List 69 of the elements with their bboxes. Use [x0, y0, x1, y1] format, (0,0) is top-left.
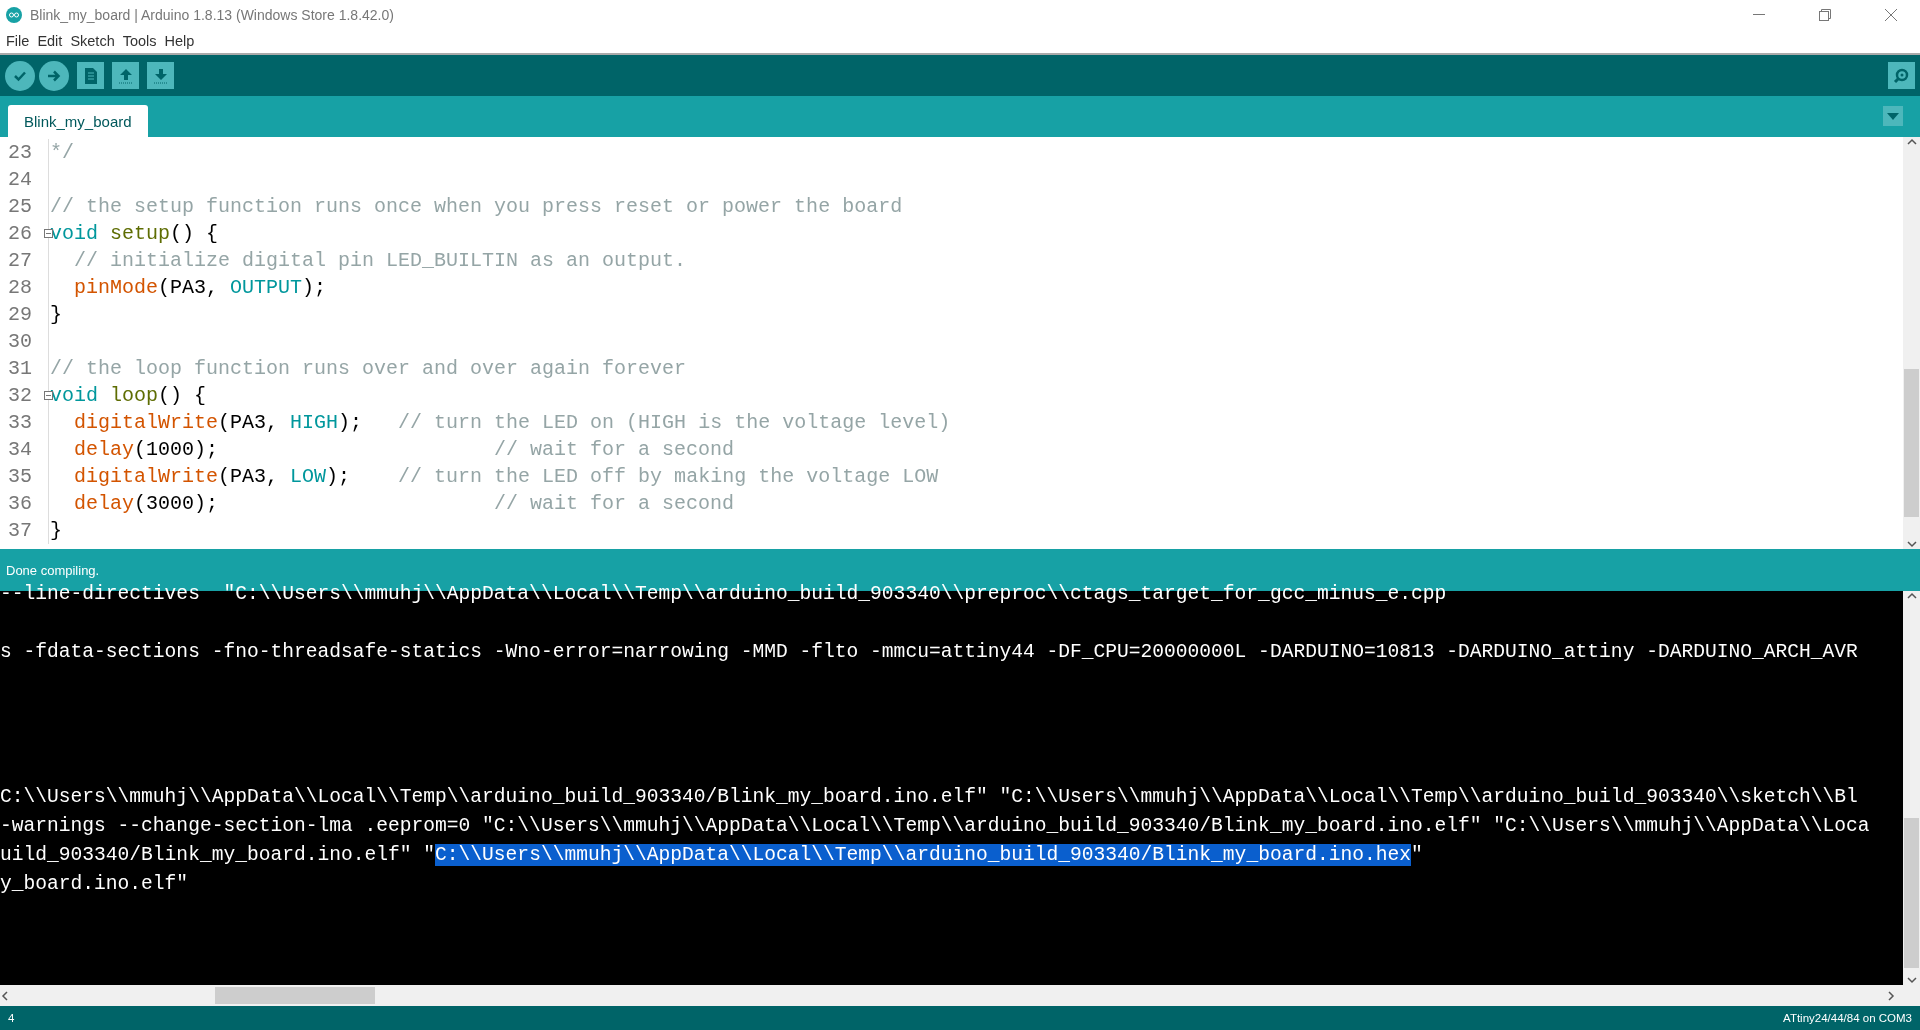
menu-item[interactable]: Sketch — [66, 33, 119, 49]
window-title: Blink_my_board | Arduino 1.8.13 (Windows Store 1.8.42.0) — [30, 6, 395, 23]
code-line: digitalWrite(PA3, LOW); // turn the LED off by making the voltage LOW — [73, 465, 939, 488]
menu-item[interactable]: Tools — [118, 33, 161, 49]
line-number: 26 — [7, 222, 32, 245]
code-line: void loop() { — [50, 384, 207, 407]
scroll-down-icon[interactable] — [1906, 539, 1917, 549]
tab-menu-button[interactable] — [1883, 106, 1903, 126]
line-number: 27 — [7, 249, 32, 272]
scroll-down-icon[interactable] — [1906, 975, 1917, 985]
code-line: // the loop function runs over and over again forever — [50, 357, 687, 380]
fold-icon[interactable] — [44, 391, 53, 400]
caret-icon — [1887, 112, 1899, 120]
console-line: -warnings --change-section-lma .eeprom=0 "C:\\Users\\mmuhj\\AppData\\Local\\Temp\\arduino_build_903340/Blink_my_board.ino.elf" "C:\\Users\\mmuhj\\AppData\\Loca — [0, 814, 1870, 837]
console-line: uild_903340/Blink_my_board.ino.elf" "C:\\Users\\mmuhj\\AppData\\Local\\Temp\\arduino_build_903340/Blink_my_board.ino.hex" — [0, 843, 1423, 866]
document-icon — [83, 66, 98, 85]
line-number: 30 — [7, 330, 32, 353]
status-message: Done compiling. — [6, 562, 100, 578]
app-logo-icon — [6, 6, 22, 23]
line-number: 32 — [7, 384, 32, 407]
line-number: 37 — [7, 519, 32, 542]
line-number: 29 — [7, 303, 32, 326]
verify-button[interactable] — [5, 60, 35, 91]
code-line: } — [50, 519, 62, 542]
console-scrollbar[interactable] — [1903, 591, 1920, 985]
line-number: 28 — [7, 276, 32, 299]
horizontal-scrollbar[interactable] — [0, 985, 1920, 1006]
editor-scrollbar[interactable] — [1903, 137, 1920, 549]
scroll-left-icon[interactable] — [0, 990, 10, 1001]
code-line: void setup() { — [50, 222, 219, 245]
line-number: 24 — [7, 168, 32, 191]
line-number: 36 — [7, 492, 32, 515]
new-button[interactable] — [77, 62, 104, 89]
fold-icon[interactable] — [44, 229, 53, 238]
console-line: C:\\Users\\mmuhj\\AppData\\Local\\Temp\\arduino_build_903340/Blink_my_board.ino.elf" "C:\\Users\\mmuhj\\AppData\\Local\\Temp\\arduino_build_903340\\sketch\\Bl — [0, 785, 1858, 808]
menu-item[interactable]: File — [2, 33, 34, 49]
line-number: 35 — [7, 465, 32, 488]
scroll-up-icon[interactable] — [1906, 137, 1917, 147]
code-line: */ — [50, 141, 74, 164]
menu-item[interactable]: Edit — [33, 33, 67, 49]
scroll-right-icon[interactable] — [1886, 990, 1896, 1001]
save-button[interactable] — [147, 62, 174, 89]
code-line: // initialize digital pin LED_BUILTIN as an output. — [73, 249, 687, 272]
line-indicator: 4 — [8, 1012, 15, 1024]
down-arrow-icon — [152, 66, 169, 85]
code-line: digitalWrite(PA3, HIGH); // turn the LED on (HIGH is the voltage level) — [73, 411, 951, 434]
menu-item[interactable]: Help — [160, 33, 199, 49]
line-number: 34 — [7, 438, 32, 461]
line-number: 23 — [7, 141, 32, 164]
restore-icon — [1819, 8, 1831, 21]
close-icon — [1885, 8, 1897, 21]
code-line: // the setup function runs once when you press reset or power the board — [50, 195, 903, 218]
serial-monitor-button[interactable] — [1888, 62, 1915, 89]
line-number: 25 — [7, 195, 32, 218]
open-button[interactable] — [112, 62, 139, 89]
line-number: 33 — [7, 411, 32, 434]
console-line: y_board.ino.elf" — [0, 872, 189, 895]
code-line: delay(3000); // wait for a second — [73, 492, 735, 515]
up-arrow-icon — [117, 66, 134, 85]
line-number: 31 — [7, 357, 32, 380]
board-port-label: ATtiny24/44/84 on COM3 — [1783, 1012, 1912, 1024]
code-line: delay(1000); // wait for a second — [73, 438, 735, 461]
scroll-up-icon[interactable] — [1906, 591, 1917, 601]
minimize-icon — [1753, 13, 1765, 16]
code-line: } — [50, 303, 62, 326]
sketch-tab[interactable]: Blink_my_board — [8, 105, 148, 137]
upload-button[interactable] — [39, 60, 69, 91]
console-line: s -fdata-sections -fno-threadsafe-statics -Wno-error=narrowing -MMD -flto -mmcu=attiny44 -DF_CPU=20000000L -DARDUINO=10813 -DARDUINO_attiny -DARDUINO_ARCH_AVR — [0, 640, 1858, 663]
code-line: pinMode(PA3, OUTPUT); — [73, 276, 327, 299]
